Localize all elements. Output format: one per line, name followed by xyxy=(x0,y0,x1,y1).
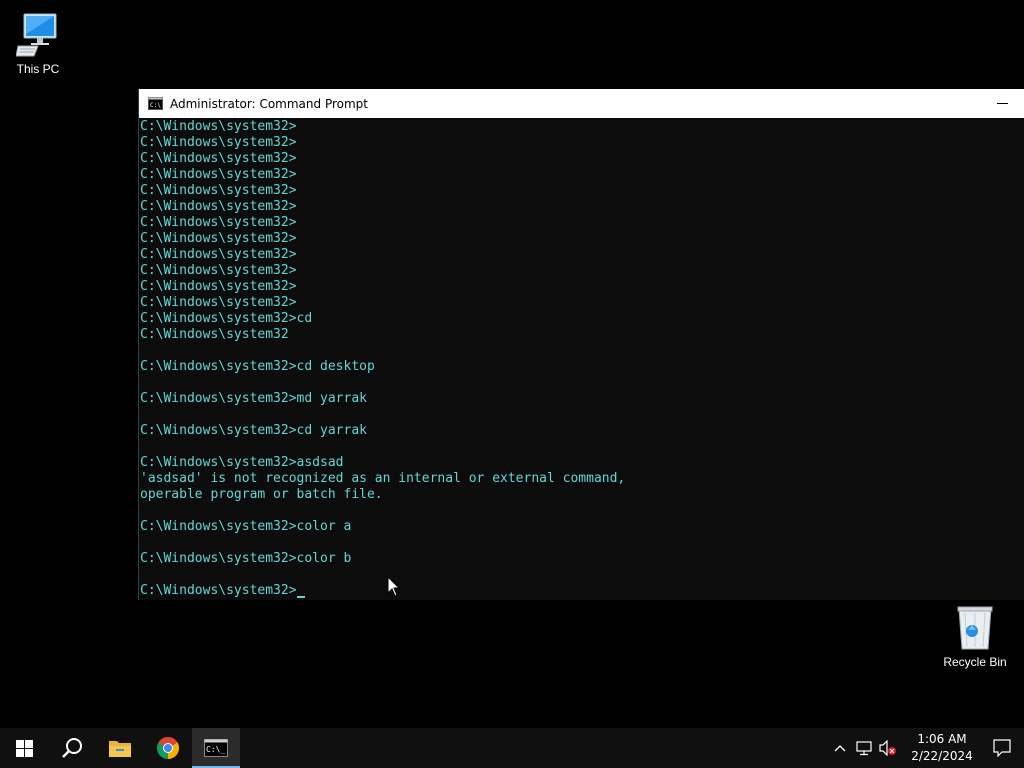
search-icon xyxy=(62,738,82,758)
start-button[interactable] xyxy=(0,728,48,768)
console-line: C:\Windows\system32>color a xyxy=(140,519,352,534)
taskbar: C:\_ 1:06 AM 2/22/2024 xyxy=(0,728,1024,768)
clock-time: 1:06 AM xyxy=(917,732,967,746)
mouse-pointer-icon xyxy=(387,576,401,597)
svg-text:C:\_: C:\_ xyxy=(206,745,225,754)
this-pc-label: This PC xyxy=(16,62,60,76)
console-line: C:\Windows\system32> xyxy=(140,151,297,166)
computer-icon xyxy=(0,10,78,58)
console-line: C:\Windows\system32>cd yarrak xyxy=(140,423,367,438)
svg-text:C:\: C:\ xyxy=(150,102,161,109)
console-line: C:\Windows\system32>asdsad xyxy=(140,455,344,470)
command-prompt-icon: C:\_ xyxy=(204,739,228,757)
console-line: C:\Windows\system32>color b xyxy=(140,551,352,566)
this-pc-desktop-icon[interactable]: This PC xyxy=(0,10,78,76)
chrome-icon xyxy=(157,737,179,759)
console-line: C:\Windows\system32> xyxy=(140,263,297,278)
console-line: C:\Windows\system32>cd desktop xyxy=(140,359,375,374)
network-button[interactable] xyxy=(852,728,876,768)
console-line: C:\Windows\system32> xyxy=(140,231,297,246)
console-line: C:\Windows\system32> xyxy=(140,247,297,262)
system-tray: 1:06 AM 2/22/2024 xyxy=(828,728,1024,768)
volume-muted-icon xyxy=(879,740,896,756)
show-hidden-icons-button[interactable] xyxy=(828,728,852,768)
console-line: C:\Windows\system32> xyxy=(140,279,297,294)
recycle-bin-label: Recycle Bin xyxy=(943,655,1007,669)
network-icon xyxy=(856,741,872,756)
taskbar-clock[interactable]: 1:06 AM 2/22/2024 xyxy=(904,731,980,765)
file-explorer-button[interactable] xyxy=(96,728,144,768)
volume-button[interactable] xyxy=(876,728,900,768)
console-output[interactable]: C:\Windows\system32> C:\Windows\system32>… xyxy=(139,119,1024,599)
recycle-bin-icon xyxy=(935,603,1015,651)
console-line: C:\Windows\system32> xyxy=(140,167,297,182)
console-line: 'asdsad' is not recognized as an interna… xyxy=(140,471,626,486)
command-prompt-window[interactable]: C:\ Administrator: Command Prompt C:\Win… xyxy=(138,89,1024,600)
chrome-button[interactable] xyxy=(144,728,192,768)
console-line: operable program or batch file. xyxy=(140,487,383,502)
console-line: C:\Windows\system32> xyxy=(140,119,297,134)
minimize-button[interactable] xyxy=(979,89,1024,118)
text-cursor xyxy=(296,596,305,598)
console-line: C:\Windows\system32>md yarrak xyxy=(140,391,367,406)
console-line: C:\Windows\system32>cd xyxy=(140,311,313,326)
minimize-icon xyxy=(996,102,1008,104)
action-center-button[interactable] xyxy=(980,728,1024,768)
windows-start-icon xyxy=(15,739,33,757)
window-titlebar[interactable]: C:\ Administrator: Command Prompt xyxy=(139,89,1024,118)
command-prompt-taskbar-button[interactable]: C:\_ xyxy=(192,728,240,768)
chevron-up-icon xyxy=(834,745,846,752)
file-explorer-icon xyxy=(109,741,131,757)
console-prompt-line: C:\Windows\system32> xyxy=(140,583,1024,599)
console-line: C:\Windows\system32> xyxy=(140,295,297,310)
console-line: C:\Windows\system32> xyxy=(140,135,297,150)
console-prompt: C:\Windows\system32> xyxy=(140,583,297,598)
console-line: C:\Windows\system32> xyxy=(140,183,297,198)
notification-icon xyxy=(993,739,1011,757)
console-line: C:\Windows\system32> xyxy=(140,215,297,230)
search-button[interactable] xyxy=(48,728,96,768)
command-prompt-icon: C:\ xyxy=(148,97,163,110)
console-line: C:\Windows\system32 xyxy=(140,327,289,342)
recycle-bin-desktop-icon[interactable]: Recycle Bin xyxy=(935,603,1015,669)
window-title: Administrator: Command Prompt xyxy=(170,96,368,111)
clock-date: 2/22/2024 xyxy=(911,749,973,763)
console-line: C:\Windows\system32> xyxy=(140,199,297,214)
